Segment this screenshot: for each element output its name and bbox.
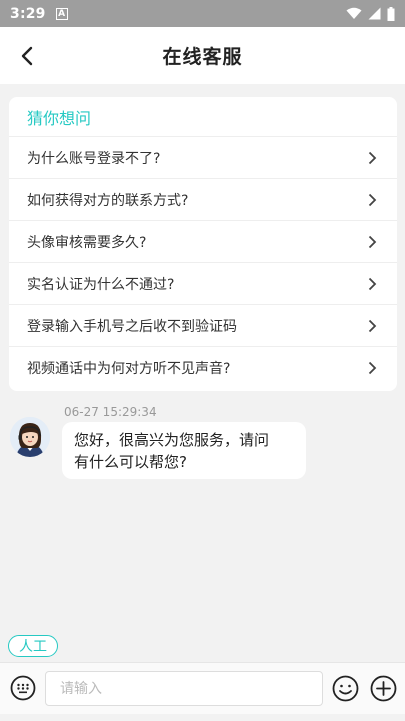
- human-agent-button[interactable]: 人工: [8, 635, 58, 657]
- signal-icon: [368, 7, 381, 20]
- keyboard-icon: [10, 675, 36, 701]
- message-text-line: 您好，很高兴为您服务，请问: [74, 431, 270, 449]
- faq-item[interactable]: 如何获得对方的联系方式?: [9, 179, 397, 221]
- app-header: 在线客服: [0, 27, 405, 84]
- bottom-spacer: [0, 714, 405, 721]
- faq-heading: 猜你想问: [9, 97, 397, 137]
- more-actions-button[interactable]: [370, 675, 397, 702]
- keyboard-toggle-button[interactable]: [10, 675, 36, 701]
- faq-item[interactable]: 为什么账号登录不了?: [9, 137, 397, 179]
- faq-item-label: 实名认证为什么不通过?: [27, 276, 175, 293]
- wifi-icon: [346, 7, 362, 19]
- faq-item[interactable]: 登录输入手机号之后收不到验证码: [9, 305, 397, 347]
- smiley-icon: [332, 675, 359, 702]
- composer-bar: [0, 662, 405, 714]
- faq-item[interactable]: 实名认证为什么不通过?: [9, 263, 397, 305]
- status-icons: [346, 6, 395, 21]
- agent-avatar: [10, 417, 50, 457]
- faq-item-label: 登录输入手机号之后收不到验证码: [27, 318, 237, 335]
- agent-avatar-icon: [10, 417, 50, 457]
- back-button[interactable]: [12, 41, 42, 71]
- faq-item-label: 视频通话中为何对方听不见声音?: [27, 361, 231, 377]
- plus-circle-icon: [370, 675, 397, 702]
- message-input[interactable]: [45, 671, 323, 706]
- chevron-right-icon: [365, 235, 379, 249]
- faq-item-label: 头像审核需要多久?: [27, 234, 147, 251]
- status-bar: 3:29 A: [0, 0, 405, 27]
- chevron-right-icon: [365, 361, 379, 375]
- battery-icon: [387, 6, 395, 21]
- chevron-left-icon: [21, 46, 33, 66]
- faq-item-label: 为什么账号登录不了?: [27, 150, 161, 167]
- chevron-right-icon: [365, 277, 379, 291]
- faq-item-label: 如何获得对方的联系方式?: [27, 192, 189, 209]
- notification-icon: A: [55, 7, 68, 20]
- chevron-right-icon: [365, 151, 379, 165]
- message-timestamp: 06-27 15:29:34: [64, 405, 157, 419]
- faq-item[interactable]: 头像审核需要多久?: [9, 221, 397, 263]
- chevron-right-icon: [365, 319, 379, 333]
- message-text-line: 有什么可以帮您?: [74, 453, 187, 471]
- faq-card: 猜你想问 为什么账号登录不了? 如何获得对方的联系方式? 头像审核需要多久? 实…: [9, 97, 397, 391]
- agent-message-bubble: 您好，很高兴为您服务，请问 有什么可以帮您?: [62, 422, 306, 479]
- status-time: 3:29: [10, 5, 46, 22]
- faq-item[interactable]: 视频通话中为何对方听不见声音?: [9, 347, 397, 389]
- chevron-right-icon: [365, 193, 379, 207]
- page-title: 在线客服: [162, 46, 243, 68]
- emoji-button[interactable]: [332, 675, 359, 702]
